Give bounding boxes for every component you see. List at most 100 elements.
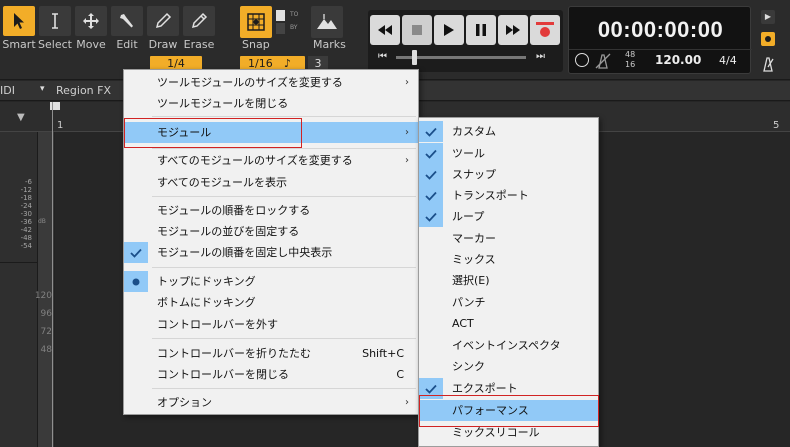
menu-item-close-tool-module[interactable]: ツールモジュールを閉じる	[124, 93, 418, 114]
mountain-icon	[317, 14, 337, 29]
menu-separator	[152, 196, 416, 197]
submenu-item-mix[interactable]: ミックス	[419, 249, 598, 270]
menu-item-fix-order-center[interactable]: モジュールの順番を固定し中央表示	[124, 242, 418, 263]
go-to-end-icon[interactable]: ⏭	[536, 51, 545, 62]
menu-item-label: すべてのモジュールのサイズを変更する	[157, 154, 353, 167]
erase-label: Erase	[183, 38, 215, 51]
checkmark-icon	[419, 206, 443, 227]
submenu-item-label: トランスポート	[452, 189, 529, 202]
now-line	[52, 102, 53, 447]
play-mode-button[interactable]: ▶	[761, 10, 775, 24]
meter-tick: -48	[20, 234, 32, 242]
menu-item-lock-module-order[interactable]: モジュールの順番をロックする	[124, 200, 418, 221]
submenu-item-act[interactable]: ACT	[419, 313, 598, 334]
submenu-item-tools[interactable]: ツール	[419, 143, 598, 164]
play-button[interactable]	[434, 15, 464, 45]
submenu-item-label: ACT	[452, 317, 474, 330]
velocity-tick: 96	[40, 309, 52, 319]
pause-button[interactable]	[466, 15, 496, 45]
menu-item-fix-module-layout[interactable]: モジュールの並びを固定する	[124, 221, 418, 242]
menu-item-close-control-bar[interactable]: コントロールバーを閉じる C	[124, 364, 418, 385]
meter-tick: -6	[25, 178, 32, 186]
submenu-item-mix-recall[interactable]: ミックスリコール	[419, 422, 598, 443]
eraser-icon	[191, 12, 208, 29]
snap-label: Snap	[242, 38, 270, 51]
time-display-panel: 00:00:00:00 48 16 120.00 4/4	[568, 6, 752, 74]
submenu-item-event-inspector[interactable]: イベントインスペクタ	[419, 335, 598, 356]
submenu-item-loop[interactable]: ループ	[419, 206, 598, 227]
meter-value[interactable]: 4/4	[719, 54, 737, 67]
metronome-icon[interactable]	[761, 56, 775, 72]
menu-item-resize-all-modules[interactable]: すべてのモジュールのサイズを変更する ›	[124, 150, 418, 171]
cursor-arrow-icon	[14, 13, 24, 29]
move-tool-button[interactable]	[75, 6, 107, 36]
midi-dropdown-icon[interactable]: ▾	[40, 84, 45, 94]
move-arrows-icon	[83, 13, 99, 29]
stop-icon	[412, 25, 422, 35]
checkmark-icon	[419, 164, 443, 185]
submenu-item-sync[interactable]: シンク	[419, 356, 598, 377]
smart-tool-button[interactable]	[3, 6, 35, 36]
rewind-icon	[378, 25, 392, 35]
meter-tick: -54	[20, 242, 32, 250]
snap-to-toggle[interactable]	[276, 10, 285, 21]
menu-item-label: コントロールバーを折りたたむ	[157, 347, 311, 360]
menu-item-resize-tool-module[interactable]: ツールモジュールのサイズを変更する ›	[124, 72, 418, 93]
snap-to-label: TO	[290, 11, 299, 18]
smart-label: Smart	[2, 38, 36, 51]
position-slider-handle[interactable]	[412, 50, 417, 65]
fast-forward-button[interactable]	[498, 15, 528, 45]
submenu-item-punch[interactable]: パンチ	[419, 292, 598, 313]
menu-item-show-all-modules[interactable]: すべてのモジュールを表示	[124, 172, 418, 193]
erase-tool-button[interactable]	[183, 6, 215, 36]
sample-rate-bottom: 16	[625, 60, 636, 69]
midi-tab[interactable]: IDI	[0, 84, 15, 97]
menu-item-label: モジュールの順番を固定し中央表示	[157, 246, 333, 259]
submenu-item-markers[interactable]: マーカー	[419, 228, 598, 249]
marks-button[interactable]	[311, 6, 343, 38]
time-display[interactable]: 00:00:00:00	[569, 17, 752, 43]
rewind-button[interactable]	[370, 15, 400, 45]
submenu-item-label: ミックス	[452, 253, 496, 266]
menu-item-collapse-control-bar[interactable]: コントロールバーを折りたたむ Shift+C	[124, 343, 418, 364]
checkmark-icon	[419, 143, 443, 164]
menu-separator	[152, 338, 416, 339]
radio-dot-icon	[124, 271, 148, 292]
edit-label: Edit	[116, 38, 138, 51]
submenu-arrow-icon: ›	[405, 155, 409, 166]
snap-grid-icon	[247, 13, 265, 31]
snap-by-toggle[interactable]	[276, 23, 285, 34]
record-button[interactable]	[530, 15, 560, 45]
menu-item-shortcut: Shift+C	[362, 347, 404, 360]
submenu-item-selection[interactable]: 選択(E)	[419, 270, 598, 291]
move-label: Move	[76, 38, 106, 51]
submenu-item-label: カスタム	[452, 125, 496, 138]
go-to-start-icon[interactable]: ⏮	[378, 51, 387, 62]
stop-button[interactable]	[402, 15, 432, 45]
meter-db-label: dB	[38, 218, 46, 225]
menu-item-dock-bottom[interactable]: ボトムにドッキング	[124, 292, 418, 313]
snap-button[interactable]	[240, 6, 272, 38]
menu-item-dock-top[interactable]: トップにドッキング	[124, 271, 418, 292]
submenu-item-snap[interactable]: スナップ	[419, 164, 598, 185]
record-icon	[536, 22, 554, 37]
modules-submenu: カスタム ツール スナップ トランスポート ループ マーカー ミックス 選択(E…	[418, 117, 599, 447]
draw-tool-button[interactable]	[147, 6, 179, 36]
submenu-item-label: ミックスリコール	[452, 426, 540, 439]
region-fx-tab[interactable]: Region FX	[56, 84, 111, 97]
submenu-item-transport[interactable]: トランスポート	[419, 185, 598, 206]
menu-item-options[interactable]: オプション ›	[124, 392, 418, 413]
menu-item-undock-control-bar[interactable]: コントロールバーを外す	[124, 314, 418, 335]
tempo-value[interactable]: 120.00	[655, 53, 701, 67]
ruler-dropdown-icon[interactable]: ▼	[17, 112, 25, 123]
meter-tick: -42	[20, 226, 32, 234]
ruler-end-label: 5	[773, 120, 780, 131]
submenu-item-label: シンク	[452, 360, 485, 373]
edit-tool-button[interactable]	[111, 6, 143, 36]
menu-item-label: すべてのモジュールを表示	[157, 176, 288, 189]
loop-toggle-button[interactable]	[761, 32, 775, 46]
submenu-item-custom[interactable]: カスタム	[419, 121, 598, 142]
metronome-off-icon[interactable]	[595, 53, 611, 69]
sync-icon[interactable]	[575, 53, 589, 67]
select-tool-button[interactable]	[39, 6, 71, 36]
